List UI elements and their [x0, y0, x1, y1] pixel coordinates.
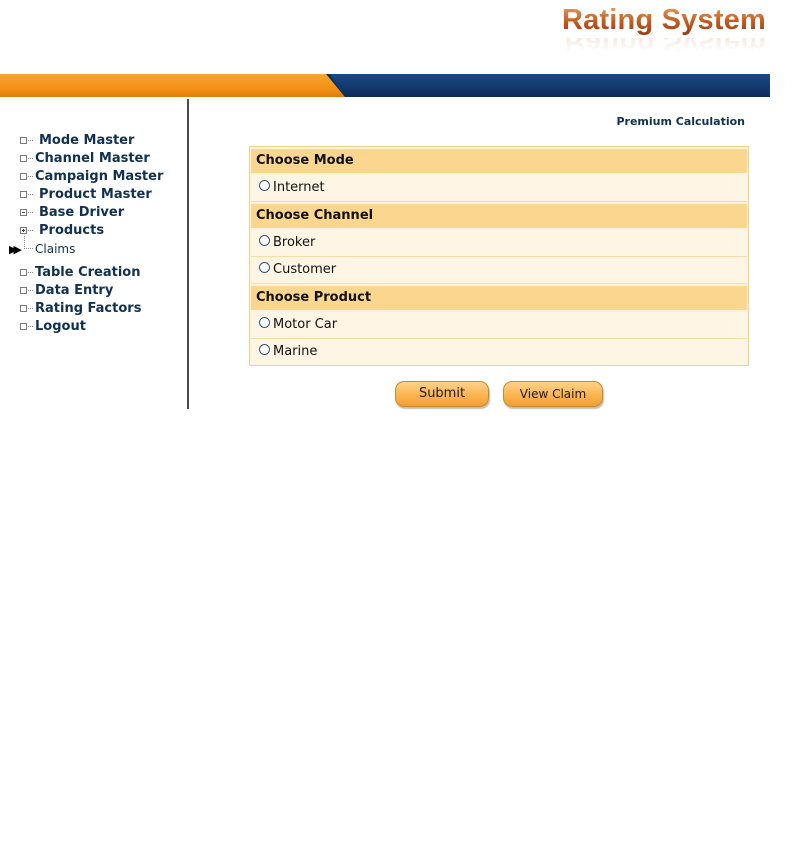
tree-connector	[24, 236, 33, 249]
square-node-icon	[20, 155, 27, 162]
sidebar-item-logout[interactable]: Logout	[0, 318, 187, 336]
tree-connector	[28, 194, 33, 195]
expand-plus-icon[interactable]	[20, 227, 27, 234]
option-label-broker: Broker	[273, 235, 316, 250]
sidebar-item-label: Product Master	[39, 187, 152, 202]
view-claim-button[interactable]: View Claim	[503, 381, 603, 407]
option-row-customer[interactable]: Customer	[251, 257, 747, 284]
header-band	[0, 74, 770, 97]
sidebar-item-label: Campaign Master	[35, 169, 164, 184]
square-node-icon	[20, 305, 27, 312]
app-logo: Rating System Rating System	[546, 2, 766, 58]
option-label-motor-car: Motor Car	[273, 317, 338, 332]
submit-button[interactable]: Submit	[395, 381, 489, 407]
form-actions: Submit View Claim	[395, 381, 615, 409]
sidebar-item-label: Logout	[35, 319, 86, 334]
sidebar-item-rating-factors[interactable]: Rating Factors	[0, 300, 187, 318]
section-heading-product: Choose Product	[251, 286, 747, 310]
sidebar-item-product-master[interactable]: Product Master	[0, 186, 187, 204]
square-node-icon	[20, 323, 27, 330]
pointer-arrow-icon: ▶▶	[9, 243, 22, 256]
tree-connector	[28, 272, 33, 273]
section-heading-mode: Choose Mode	[251, 149, 747, 173]
section-heading-channel: Choose Channel	[251, 204, 747, 228]
premium-calculation-form: Choose Mode Internet Choose Channel Brok…	[249, 146, 749, 366]
radio-button-internet[interactable]	[259, 180, 270, 191]
option-row-motor-car[interactable]: Motor Car	[251, 312, 747, 339]
sidebar-item-claims[interactable]: ▶▶ Claims	[0, 236, 187, 258]
header-band-orange	[0, 74, 345, 97]
sidebar-item-label: Data Entry	[35, 283, 114, 298]
option-row-broker[interactable]: Broker	[251, 230, 747, 257]
sidebar-item-label: Mode Master	[39, 133, 135, 148]
tree-connector	[28, 308, 33, 309]
option-row-marine[interactable]: Marine	[251, 339, 747, 365]
sidebar-item-label: Claims	[35, 242, 76, 256]
tree-connector	[28, 212, 33, 213]
sidebar-item-campaign-master[interactable]: Campaign Master	[0, 168, 187, 186]
nav-tree: Mode Master Channel Master Campaign Mast…	[0, 132, 187, 336]
sidebar-item-data-entry[interactable]: Data Entry	[0, 282, 187, 300]
option-label-internet: Internet	[273, 180, 325, 195]
sidebar-item-table-creation[interactable]: Table Creation	[0, 264, 187, 282]
radio-button-marine[interactable]	[259, 344, 270, 355]
tree-connector	[28, 230, 33, 231]
page-title: Premium Calculation	[616, 115, 745, 128]
option-label-customer: Customer	[273, 262, 337, 277]
sidebar-item-label: Table Creation	[35, 265, 141, 280]
app-title: Rating System	[546, 2, 766, 38]
sidebar-item-base-driver[interactable]: Base Driver	[0, 204, 187, 222]
tree-connector	[28, 176, 33, 177]
sidebar-item-label: Channel Master	[35, 151, 150, 166]
square-node-icon	[20, 137, 27, 144]
app-title-reflection: Rating System	[546, 38, 766, 52]
radio-button-customer[interactable]	[259, 262, 270, 273]
square-node-icon	[20, 287, 27, 294]
tree-connector	[28, 140, 33, 141]
option-row-internet[interactable]: Internet	[251, 175, 747, 202]
tree-connector	[28, 326, 33, 327]
tree-connector	[28, 158, 33, 159]
tree-connector	[28, 290, 33, 291]
sidebar-item-label: Products	[39, 223, 105, 238]
collapse-minus-icon[interactable]	[20, 209, 27, 216]
radio-button-broker[interactable]	[259, 235, 270, 246]
square-node-icon	[20, 173, 27, 180]
square-node-icon	[20, 191, 27, 198]
sidebar-item-mode-master[interactable]: Mode Master	[0, 132, 187, 150]
sidebar-item-channel-master[interactable]: Channel Master	[0, 150, 187, 168]
sidebar-item-label: Base Driver	[39, 205, 125, 220]
square-node-icon	[20, 269, 27, 276]
sidebar-item-label: Rating Factors	[35, 301, 142, 316]
sidebar-nav: Mode Master Channel Master Campaign Mast…	[0, 99, 189, 409]
option-label-marine: Marine	[273, 344, 318, 359]
header-band-navy	[330, 74, 770, 97]
radio-button-motor-car[interactable]	[259, 317, 270, 328]
